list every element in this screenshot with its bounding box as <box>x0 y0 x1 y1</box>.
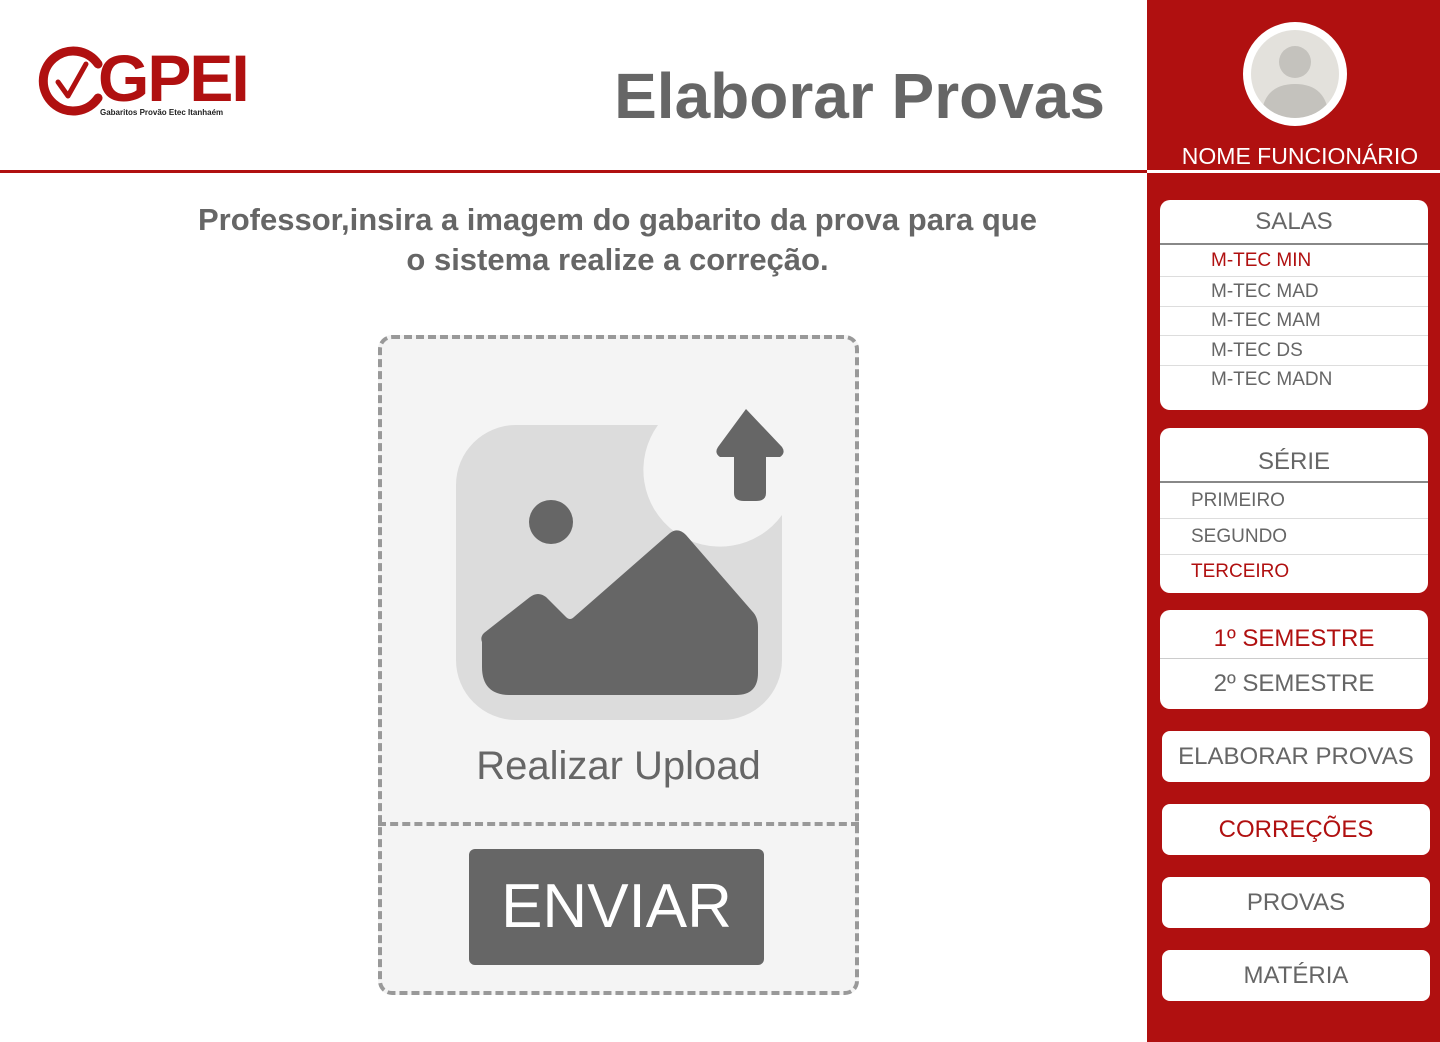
salas-separator <box>1160 306 1428 307</box>
upload-divider <box>378 822 859 826</box>
serie-item[interactable]: SEGUNDO <box>1191 526 1287 548</box>
serie-separator <box>1160 554 1428 555</box>
salas-title: SALAS <box>1255 208 1333 235</box>
nav-elaborar-provas-button[interactable]: ELABORAR PROVAS <box>1162 731 1430 782</box>
instruction-line-1: Professor,insira a imagem do gabarito da… <box>198 202 1037 237</box>
gpei-logo: GPEI Gabaritos Provão Etec Itanhaém <box>36 41 250 120</box>
page-title: Elaborar Provas <box>614 60 1105 132</box>
serie-card: SÉRIE PRIMEIRO SEGUNDO TERCEIRO <box>1160 428 1428 593</box>
checkmark-circle-icon <box>38 46 103 116</box>
logo-subtitle: Gabaritos Provão Etec Itanhaém <box>100 108 224 117</box>
salas-rule <box>1160 243 1428 245</box>
serie-rule <box>1160 481 1428 483</box>
send-button[interactable]: ENVIAR <box>469 849 764 965</box>
serie-item[interactable]: TERCEIRO <box>1191 561 1289 583</box>
semestre-item[interactable]: 2º SEMESTRE <box>1160 670 1428 698</box>
nav-correcoes-button[interactable]: CORREÇÕES <box>1162 804 1430 855</box>
salas-separator <box>1160 365 1428 366</box>
upload-label: Realizar Upload <box>476 744 761 788</box>
salas-separator <box>1160 276 1428 277</box>
image-upload-icon[interactable] <box>450 405 790 725</box>
logo-text: GPEI <box>98 41 250 115</box>
sala-item[interactable]: M-TEC MADN <box>1211 369 1332 391</box>
header-divider <box>0 170 1147 173</box>
sidebar-divider <box>1147 170 1440 173</box>
instruction-text: Professor,insira a imagem do gabarito da… <box>160 200 1075 280</box>
serie-separator <box>1160 518 1428 519</box>
semestre-item[interactable]: 1º SEMESTRE <box>1160 625 1428 653</box>
nav-provas-button[interactable]: PROVAS <box>1162 877 1430 928</box>
semestre-card: 1º SEMESTRE 2º SEMESTRE <box>1160 610 1428 709</box>
sala-item[interactable]: M-TEC MAM <box>1211 310 1321 332</box>
employee-name: NOME FUNCIONÁRIO <box>1181 143 1419 169</box>
user-avatar-icon <box>1251 30 1339 118</box>
nav-materia-button[interactable]: MATÉRIA <box>1162 950 1430 1001</box>
salas-card: SALAS M-TEC MIN M-TEC MAD M-TEC MAM M-TE… <box>1160 200 1428 410</box>
instruction-line-2: o sistema realize a correção. <box>406 242 829 277</box>
salas-separator <box>1160 335 1428 336</box>
serie-title: SÉRIE <box>1257 448 1331 475</box>
sala-item[interactable]: M-TEC MIN <box>1211 250 1311 272</box>
semestre-separator <box>1160 658 1428 659</box>
serie-item[interactable]: PRIMEIRO <box>1191 490 1285 512</box>
sala-item[interactable]: M-TEC MAD <box>1211 281 1319 303</box>
user-silhouette-icon <box>1261 46 1329 118</box>
sala-item[interactable]: M-TEC DS <box>1211 340 1303 362</box>
